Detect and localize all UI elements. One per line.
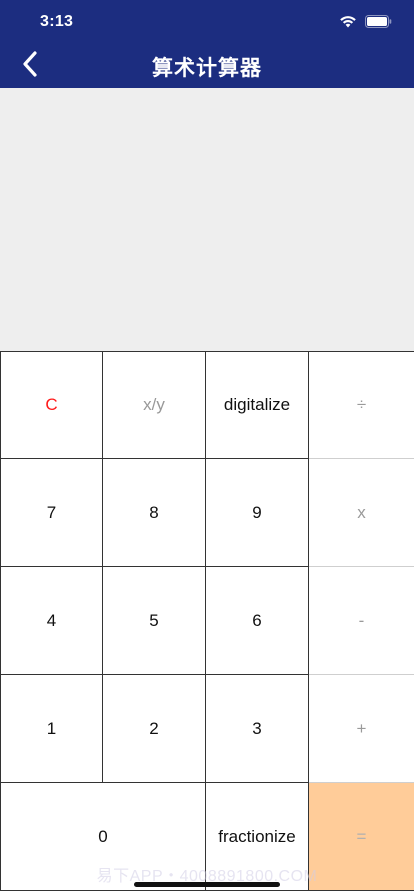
one-button[interactable]: 1 bbox=[0, 675, 103, 783]
nav-bar: 算术计算器 bbox=[0, 44, 414, 88]
status-time: 3:13 bbox=[40, 13, 74, 30]
digitalize-button[interactable]: digitalize bbox=[206, 351, 309, 459]
calculator-display bbox=[0, 88, 414, 351]
six-button[interactable]: 6 bbox=[206, 567, 309, 675]
eight-button[interactable]: 8 bbox=[103, 459, 206, 567]
five-button[interactable]: 5 bbox=[103, 567, 206, 675]
four-button[interactable]: 4 bbox=[0, 567, 103, 675]
fraction-button[interactable]: x/y bbox=[103, 351, 206, 459]
zero-button[interactable]: 0 bbox=[0, 783, 206, 891]
fractionize-button[interactable]: fractionize bbox=[206, 783, 309, 891]
three-button[interactable]: 3 bbox=[206, 675, 309, 783]
header: 3:13 算术计算器 bbox=[0, 0, 414, 88]
wifi-icon bbox=[339, 14, 357, 28]
home-indicator bbox=[134, 882, 280, 887]
keypad: C x/y digitalize ÷ 7 8 9 x 4 5 6 - 1 2 3… bbox=[0, 351, 414, 891]
status-bar: 3:13 bbox=[0, 0, 414, 44]
two-button[interactable]: 2 bbox=[103, 675, 206, 783]
page-title: 算术计算器 bbox=[152, 57, 262, 80]
divide-button[interactable]: ÷ bbox=[309, 351, 414, 459]
status-icons bbox=[339, 14, 392, 28]
plus-button[interactable]: + bbox=[309, 675, 414, 783]
clear-button[interactable]: C bbox=[0, 351, 103, 459]
minus-button[interactable]: - bbox=[309, 567, 414, 675]
multiply-button[interactable]: x bbox=[309, 459, 414, 567]
equals-button[interactable]: = bbox=[309, 783, 414, 891]
nine-button[interactable]: 9 bbox=[206, 459, 309, 567]
battery-icon bbox=[365, 14, 392, 28]
seven-button[interactable]: 7 bbox=[0, 459, 103, 567]
